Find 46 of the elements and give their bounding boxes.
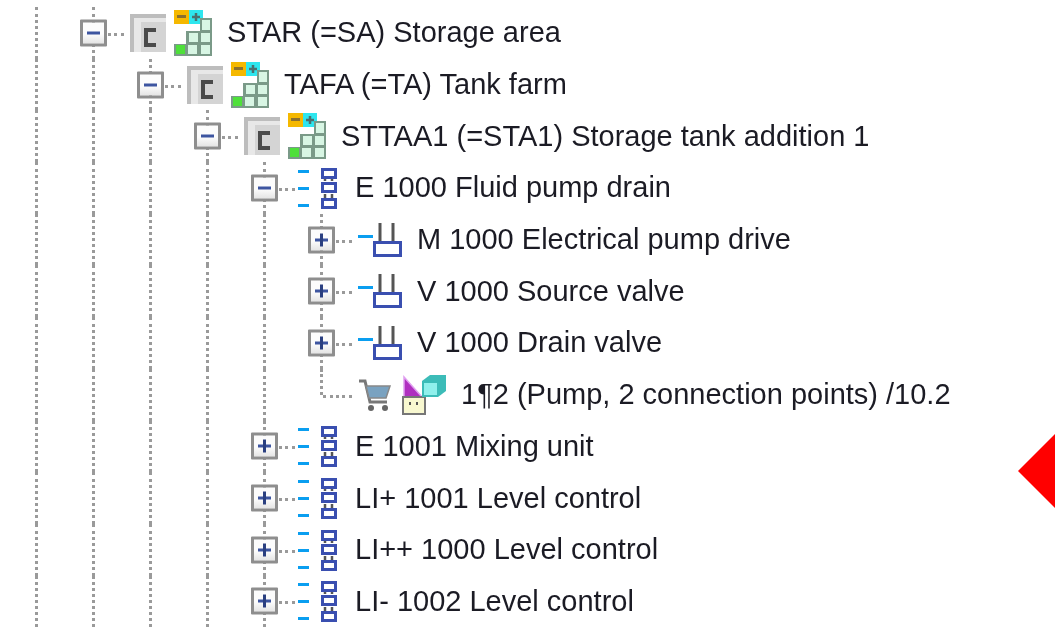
- frame-icon: [187, 65, 223, 104]
- tree-item-label[interactable]: STTAA1 (=STA1) Storage tank addition 1: [341, 119, 870, 153]
- tree-item-label[interactable]: LI- 1002 Level control: [355, 584, 634, 618]
- plus-icon: [314, 335, 329, 351]
- tree-item-label[interactable]: 1¶2 (Pump, 2 connection points) /10.2: [461, 378, 951, 412]
- collapse-toggle[interactable]: [80, 19, 107, 47]
- frame-icon: [130, 13, 166, 52]
- plus-icon: [314, 283, 329, 299]
- tree-item-label[interactable]: E 1000 Fluid pump drain: [355, 171, 671, 205]
- plus-icon: [257, 438, 272, 454]
- tree-item-label[interactable]: E 1001 Mixing unit: [355, 429, 594, 463]
- cart-icon: [358, 377, 392, 412]
- plug-icon: [358, 325, 402, 360]
- expand-toggle[interactable]: [308, 226, 335, 254]
- grid-icon: [174, 9, 212, 56]
- tree-item-label[interactable]: V 1000 Source valve: [417, 274, 685, 308]
- plus-icon: [257, 542, 272, 558]
- collapse-toggle[interactable]: [194, 122, 221, 150]
- expand-toggle[interactable]: [251, 484, 278, 512]
- expand-toggle[interactable]: [251, 536, 278, 564]
- expand-toggle[interactable]: [308, 329, 335, 357]
- expand-toggle[interactable]: [251, 432, 278, 460]
- plus-icon: [314, 232, 329, 248]
- chain-icon: [298, 166, 340, 209]
- chain-icon: [298, 528, 340, 571]
- tree-item-label[interactable]: LI++ 1000 Level control: [355, 533, 659, 567]
- plug-icon: [358, 274, 402, 309]
- tree-item-label[interactable]: TAFA (=TA) Tank farm: [284, 68, 567, 102]
- expand-toggle[interactable]: [251, 587, 278, 615]
- tool-icon: [400, 374, 446, 415]
- plus-icon: [257, 593, 272, 609]
- plus-icon: [257, 490, 272, 506]
- tree-item-label[interactable]: LI+ 1001 Level control: [355, 481, 642, 515]
- chain-icon: [298, 425, 340, 468]
- tree-item-label[interactable]: M 1000 Electrical pump drive: [417, 223, 791, 257]
- tree-item-label[interactable]: STAR (=SA) Storage area: [227, 16, 561, 50]
- grid-icon: [231, 61, 269, 108]
- collapse-toggle[interactable]: [251, 174, 278, 202]
- tree-item-label[interactable]: V 1000 Drain valve: [417, 326, 663, 360]
- chain-icon: [298, 580, 340, 623]
- collapse-toggle[interactable]: [137, 71, 164, 99]
- plug-icon: [358, 222, 402, 257]
- grid-icon: [288, 113, 326, 160]
- chain-icon: [298, 477, 340, 520]
- expand-toggle[interactable]: [308, 277, 335, 305]
- frame-icon: [244, 117, 280, 156]
